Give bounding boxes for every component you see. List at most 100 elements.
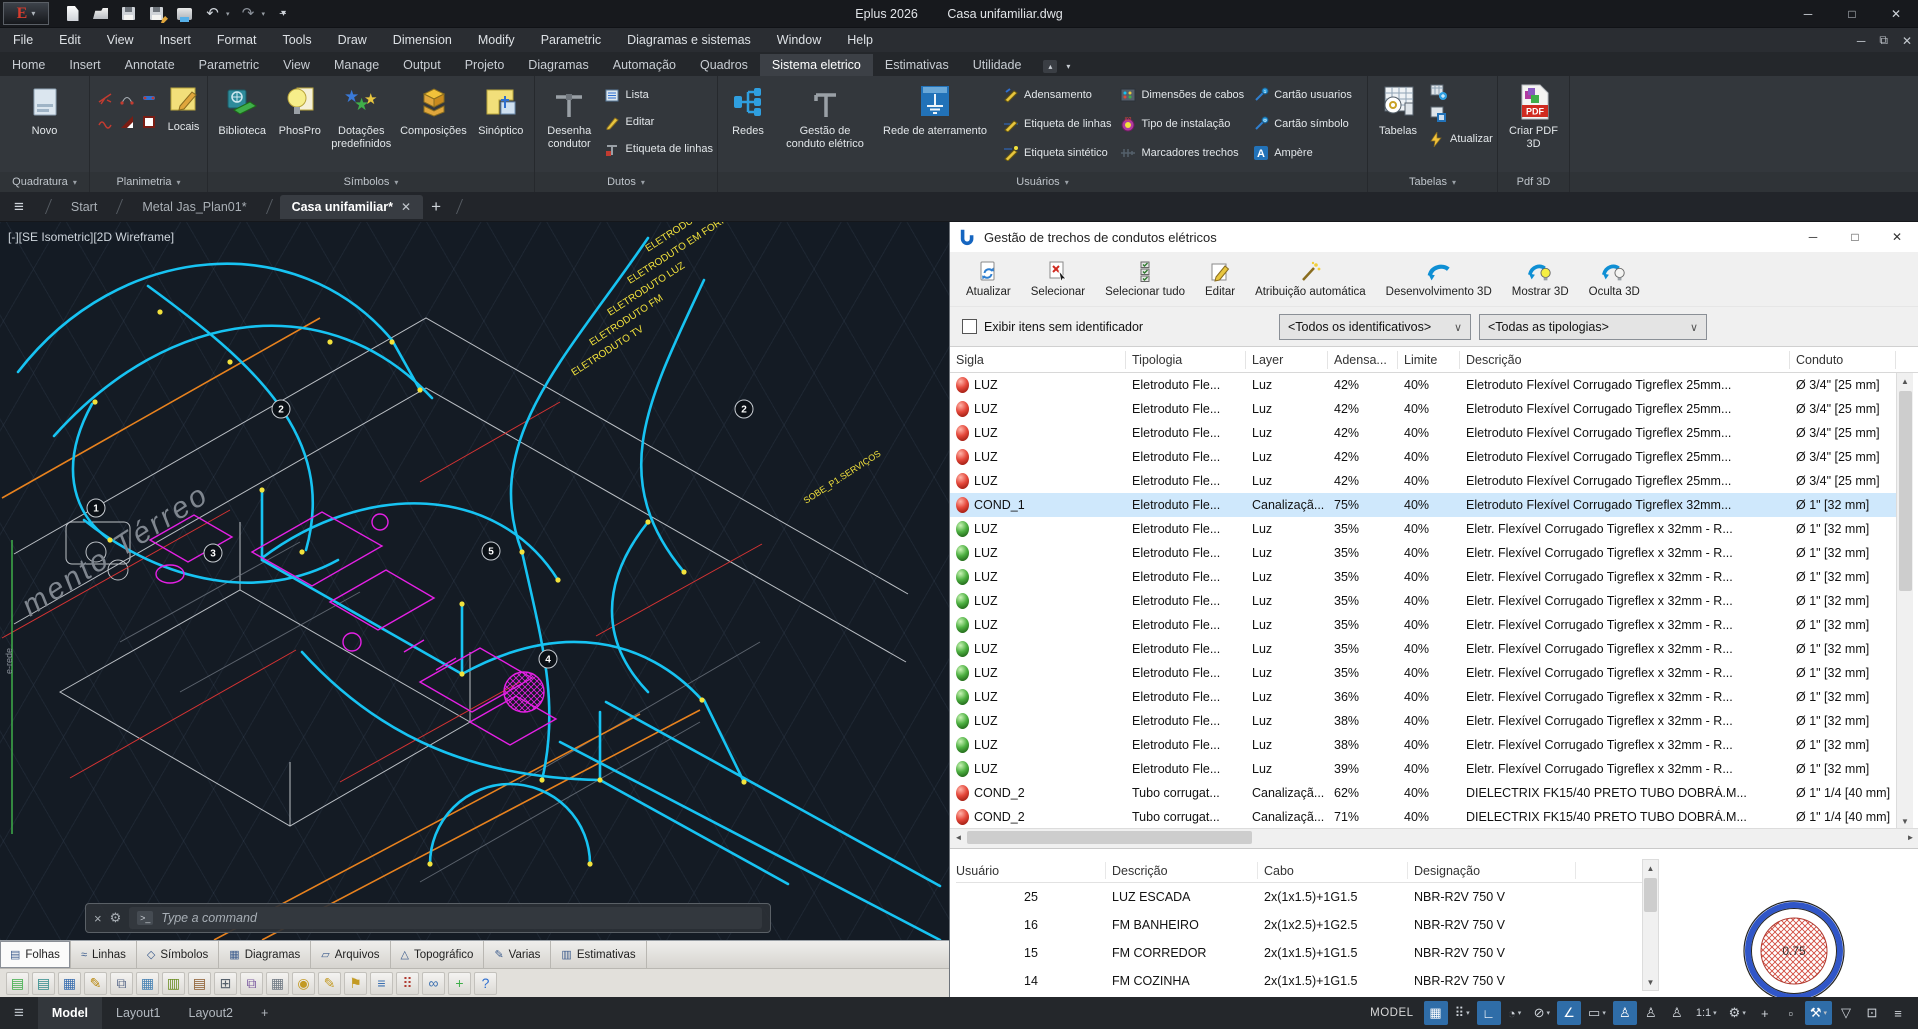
save-button[interactable] [119,5,138,22]
hatch-tool-icon[interactable] [97,90,114,107]
panel-tab-linhas[interactable]: ≈Linhas [71,941,137,968]
annotation-visibility-toggle[interactable]: ♙ [1613,1001,1637,1025]
scroll-left-icon[interactable]: ◄ [950,833,967,842]
menu-diagramas-e-sistemas[interactable]: Diagramas e sistemas [614,28,764,52]
phospro-button[interactable]: PhosPro [274,82,325,138]
doc-tabs-menu-icon[interactable]: ≡ [0,197,38,217]
customization-toggle[interactable]: ⚒▾ [1805,1001,1832,1025]
ribbon-tab-output[interactable]: Output [391,54,453,76]
group-simbolos[interactable]: Símbolos▾ [208,172,534,192]
cartao-usuarios-button[interactable]: 1 Cartão usuarios [1252,82,1352,108]
new-sheet-button[interactable]: ▤ [6,972,29,995]
menu-edit[interactable]: Edit [46,28,94,52]
close-tab-icon[interactable]: ✕ [401,200,411,214]
menu-view[interactable]: View [94,28,147,52]
save-as-button[interactable] [147,5,166,22]
close-command-icon[interactable]: × [94,911,102,926]
menu-toggle[interactable]: ≡ [1886,1001,1910,1025]
layout-tab-model[interactable]: Model [38,997,102,1029]
table-row[interactable]: LUZEletroduto Fle...Luz36%40%Eletr. Flex… [950,685,1896,709]
table-row[interactable]: LUZEletroduto Fle...Luz42%40%Eletroduto … [950,469,1896,493]
dimensoes-cabos-button[interactable]: Dimensões de cabos [1119,82,1244,108]
atribuicao-automatica-button[interactable]: Atribuição automática [1255,260,1366,298]
criar-pdf-3d-button[interactable]: PDF Criar PDF 3D [1504,82,1564,150]
lista-button[interactable]: Lista [604,82,713,108]
filter-toggle[interactable]: ▽ [1834,1001,1858,1025]
table-row[interactable]: LUZEletroduto Fle...Luz42%40%Eletroduto … [950,397,1896,421]
open-file-button[interactable] [91,5,110,22]
clean-screen-toggle[interactable]: ⊡ [1860,1001,1884,1025]
table-row[interactable]: LUZEletroduto Fle...Luz35%40%Eletr. Flex… [950,517,1896,541]
desenha-condutor-button[interactable]: Desenha condutor [539,82,600,150]
bind-button[interactable]: ⧉ [240,972,263,995]
ribbon-tab-annotate[interactable]: Annotate [113,54,187,76]
table-add-icon[interactable] [1428,82,1448,102]
print-button[interactable] [175,5,194,22]
layers-button[interactable]: ≡ [370,972,393,995]
layout-tab-layout1[interactable]: Layout1 [102,997,174,1029]
ribbon-tab-estimativas[interactable]: Estimativas [873,54,961,76]
ribbon-tab-parametric[interactable]: Parametric [187,54,271,76]
etiqueta-sintetico-button[interactable]: Etiqueta sintético [1002,140,1111,166]
composicoes-button[interactable]: Composições [397,82,469,138]
table-horizontal-scrollbar[interactable]: ◄ ► [950,828,1918,845]
doc-tab-1[interactable]: Metal Jas_Plan01* [130,195,258,219]
adensamento-button[interactable]: Adensamento [1002,82,1111,108]
ribbon-tab-view[interactable]: View [271,54,322,76]
editar-button[interactable]: Editar [1205,260,1235,298]
scroll-down-icon[interactable]: ▼ [1897,813,1913,829]
editar-linhas-button[interactable]: Editar [604,109,713,135]
tipo-instalacao-button[interactable]: I02 Tipo de instalação [1119,111,1244,137]
doc-tab-2[interactable]: Casa unifamiliar*✕ [280,195,424,219]
annotation-scale-toggle[interactable]: ♙ [1665,1001,1689,1025]
dotacoes-button[interactable]: ★★★ Dotações predefinidos [327,82,395,150]
layout-menu-icon[interactable]: ≡ [0,1003,38,1023]
doc-tab-start[interactable]: Start [59,195,109,219]
rede-aterramento-button[interactable]: Rede de aterramento [876,82,994,138]
group-quadratura[interactable]: Quadratura▾ [0,172,89,192]
ribbon-tab-utilidade[interactable]: Utilidade [961,54,1034,76]
panel-tab-topogr-fico[interactable]: △Topográfico [391,941,485,968]
menu-dimension[interactable]: Dimension [380,28,465,52]
customize-command-icon[interactable]: ⚙ [110,910,122,926]
novo-button[interactable]: Novo [13,82,77,138]
workspace-settings-toggle[interactable]: ⚙▾ [1724,1001,1751,1025]
column-header-sigla[interactable]: Sigla [950,351,1126,369]
atualizar-tabelas-button[interactable]: Atualizar [1428,126,1493,152]
redo-button[interactable]: ↷ [239,5,258,22]
pencil-button[interactable]: ✎ [318,972,341,995]
atualizar-button[interactable]: Atualizar [966,260,1011,298]
group-dutos[interactable]: Dutos▾ [535,172,717,192]
table-row[interactable]: LUZEletroduto Fle...Luz38%40%Eletr. Flex… [950,733,1896,757]
save-as-sheet-button[interactable]: ✎ [84,972,107,995]
panel-tab-diagramas[interactable]: ▦Diagramas [219,941,311,968]
doc-minimize-button[interactable]: ─ [1857,34,1866,48]
table-row[interactable]: COND_1Eletroduto Fle...Canalizaçã...75%4… [950,493,1896,517]
ribbon-tab-projeto[interactable]: Projeto [453,54,517,76]
copy-sheet-button[interactable]: ⧉ [110,972,133,995]
table-row[interactable]: LUZEletroduto Fle...Luz35%40%Eletr. Flex… [950,613,1896,637]
ribbon-tab-automa-o[interactable]: Automação [601,54,688,76]
redes-button[interactable]: Redes [722,82,774,138]
doc-close-button[interactable]: ✕ [1902,34,1912,48]
new-file-button[interactable] [63,5,82,22]
users-column-designa-o[interactable]: Designação [1408,862,1576,879]
menu-format[interactable]: Format [204,28,270,52]
users-table-scrollbar[interactable]: ▲ ▼ [1642,859,1659,991]
table-row[interactable]: LUZEletroduto Fle...Luz42%40%Eletroduto … [950,421,1896,445]
selecionar-tudo-button[interactable]: Selecionar tudo [1105,260,1185,298]
maximize-button[interactable]: □ [1830,0,1874,27]
print-sheet-button[interactable]: ▦ [136,972,159,995]
column-header-descri-o[interactable]: Descrição [1460,351,1790,369]
dim-tool-icon[interactable] [141,90,158,107]
table-row[interactable]: COND_2Tubo corrugat...Canalizaçã...62%40… [950,781,1896,805]
save-sheet-button[interactable]: ▦ [58,972,81,995]
column-header-layer[interactable]: Layer [1246,351,1328,369]
scroll-right-icon[interactable]: ► [1902,833,1918,842]
viewport-controls-label[interactable]: [-][SE Isometric][2D Wireframe] [8,230,174,244]
table-row[interactable]: LUZEletroduto Fle...Luz35%40%Eletr. Flex… [950,637,1896,661]
column-header-limite[interactable]: Limite [1398,351,1460,369]
oculta-3d-button[interactable]: Oculta 3D [1589,260,1640,298]
app-logo-button[interactable]: E ▾ [3,2,49,25]
table-vertical-scrollbar[interactable]: ▲ ▼ [1896,373,1913,829]
